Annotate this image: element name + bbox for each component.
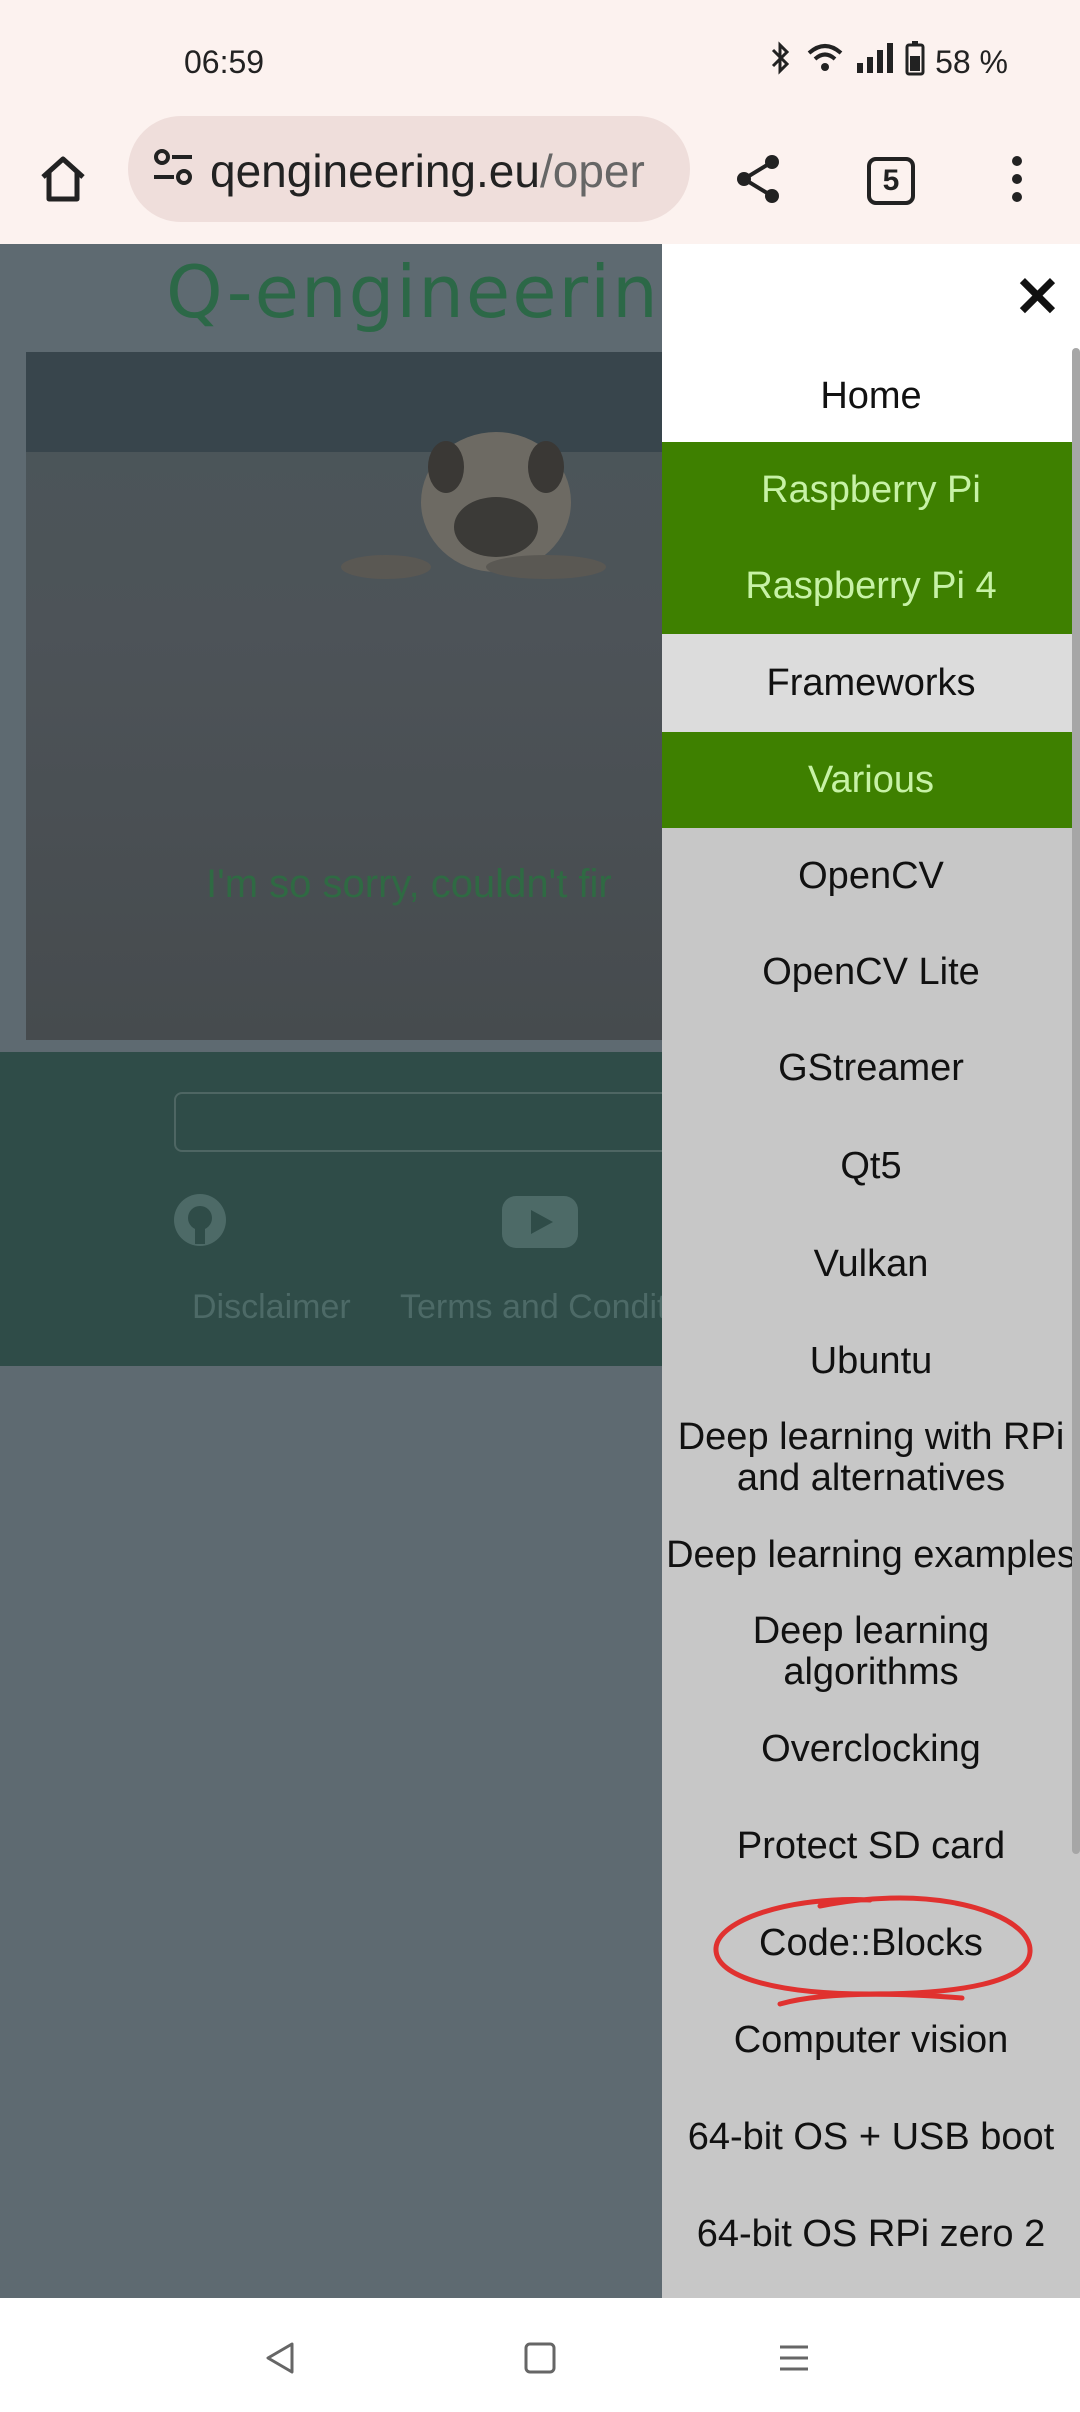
back-icon [266, 2342, 294, 2374]
menu-item-opencv[interactable]: OpenCV [662, 828, 1080, 924]
menu-item-vulkan[interactable]: Vulkan [662, 1216, 1080, 1312]
menu-item-deep-learning-algorithms[interactable]: Deep learning algorithms [662, 1604, 1080, 1700]
menu-lines-icon [780, 2345, 808, 2371]
tab-count: 5 [882, 164, 900, 197]
pug-image [26, 352, 688, 579]
status-bar: 06:59 58 % [0, 0, 1080, 118]
battery-icon [905, 40, 925, 84]
site-settings-icon[interactable] [150, 144, 196, 195]
menu-item-deep-learning-examples[interactable]: Deep learning examples [662, 1506, 1080, 1604]
menu-item-ubuntu[interactable]: Ubuntu [662, 1312, 1080, 1410]
more-vert-icon [1007, 152, 1027, 211]
highlight-ellipse [713, 1895, 1033, 2007]
battery-percent: 58 % [935, 43, 1008, 80]
home-nav-button[interactable] [510, 2328, 570, 2388]
menu-item-64bit-os-rpi-zero-2[interactable]: 64-bit OS RPi zero 2 [662, 2186, 1080, 2282]
youtube-icon[interactable] [500, 1194, 580, 1255]
github-icon[interactable] [172, 1192, 228, 1253]
site-brand[interactable]: Q-engineering [166, 250, 707, 334]
menu-item-raspberry-pi[interactable]: Raspberry Pi [662, 442, 1080, 538]
system-nav-bar [0, 2298, 1080, 2412]
home-icon [37, 153, 89, 210]
close-icon[interactable]: ✕ [1014, 264, 1061, 330]
clock: 06:59 [184, 44, 265, 80]
menu-item-overclocking[interactable]: Overclocking [662, 1700, 1080, 1798]
back-button[interactable] [250, 2328, 310, 2388]
menu-item-home[interactable]: Home [662, 350, 1080, 442]
menu-item-gstreamer[interactable]: GStreamer [662, 1020, 1080, 1116]
bluetooth-icon [765, 41, 795, 83]
menu-item-qt5[interactable]: Qt5 [662, 1116, 1080, 1216]
menu-header: ✕ [662, 244, 1080, 350]
menu-scrollbar[interactable] [1072, 348, 1080, 1854]
menu-item-frameworks[interactable]: Frameworks [662, 634, 1080, 732]
menu-item-opencv-lite[interactable]: OpenCV Lite [662, 924, 1080, 1020]
url-domain: qengineering.eu [210, 145, 540, 197]
signal-icon [855, 41, 895, 83]
footer-link-terms[interactable]: Terms and Condit [400, 1288, 666, 1327]
menu-item-protect-sd-card[interactable]: Protect SD card [662, 1798, 1080, 1894]
share-button[interactable] [716, 138, 802, 224]
recents-button[interactable] [764, 2328, 824, 2388]
url-text: qengineering.eu/oper [210, 144, 645, 198]
url-path: /oper [539, 145, 645, 197]
menu-item-deep-learning-rpi[interactable]: Deep learning with RPi and alternatives [662, 1410, 1080, 1506]
status-icons: 58 % [765, 40, 1008, 84]
home-button[interactable] [20, 138, 106, 224]
hero-image: I'm so sorry, couldn't fir [26, 352, 688, 1040]
overflow-menu-button[interactable] [974, 138, 1060, 224]
square-icon [524, 2342, 556, 2374]
wifi-icon [805, 41, 845, 83]
not-found-message: I'm so sorry, couldn't fir [206, 862, 612, 906]
share-icon [732, 152, 786, 211]
footer-search-input[interactable] [174, 1092, 738, 1152]
menu-item-various[interactable]: Various [662, 732, 1080, 828]
tab-switcher-button[interactable]: 5 [848, 138, 934, 224]
menu-item-raspberry-pi-4[interactable]: Raspberry Pi 4 [662, 538, 1080, 634]
menu-item-64bit-os-usb-boot[interactable]: 64-bit OS + USB boot [662, 2088, 1080, 2186]
url-bar[interactable]: qengineering.eu/oper [128, 116, 690, 222]
footer-link-disclaimer[interactable]: Disclaimer [192, 1288, 351, 1327]
